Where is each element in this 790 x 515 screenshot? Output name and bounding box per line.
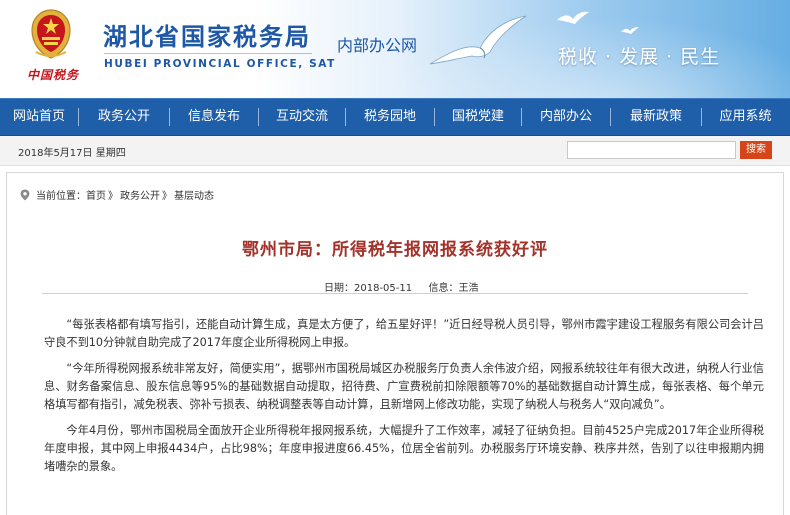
info-bar: 2018年5月17日 星期四 搜索 bbox=[0, 136, 790, 166]
title-divider bbox=[104, 53, 312, 54]
article-date: 2018-05-11 bbox=[354, 283, 413, 294]
nav-item-applications[interactable]: 应用系统 bbox=[702, 98, 789, 136]
site-subtitle: HUBEI PROVINCIAL OFFICE, SAT bbox=[104, 58, 336, 70]
article-panel: 当前位置： 首页 》 政务公开 》 基层动态 鄂州市局：所得税年报网报系统获好评… bbox=[6, 172, 784, 515]
location-icon bbox=[20, 189, 30, 200]
date-label: 日期： bbox=[324, 283, 354, 294]
main-nav: 网站首页 政务公开 信息发布 互动交流 税务园地 国税党建 内部办公 最新政策 … bbox=[0, 98, 790, 136]
nav-item-government-affairs[interactable]: 政务公开 bbox=[79, 98, 169, 136]
header-banner: 中国税务 湖北省国家税务局 HUBEI PROVINCIAL OFFICE, S… bbox=[0, 0, 790, 98]
breadcrumb: 当前位置： 首页 》 政务公开 》 基层动态 bbox=[19, 187, 214, 202]
article-body: “每张表格都有填写指引，还能自动计算生成，真是太方便了，给五星好评！”近日经导税… bbox=[44, 316, 764, 484]
intranet-label: 内部办公网 bbox=[337, 36, 418, 55]
article-paragraph: “今年所得税网报系统非常友好，简便实用”，据鄂州市国税局城区办税服务厅负责人余伟… bbox=[44, 362, 764, 411]
breadcrumb-separator: 》 bbox=[162, 191, 172, 202]
breadcrumb-home[interactable]: 首页 bbox=[86, 187, 106, 202]
breadcrumb-separator: 》 bbox=[108, 191, 118, 202]
current-date: 2018年5月17日 星期四 bbox=[18, 148, 126, 159]
emblem-caption: 中国税务 bbox=[26, 68, 79, 82]
nav-item-latest-policy[interactable]: 最新政策 bbox=[611, 98, 701, 136]
slogan: 税收 · 发展 · 民生 bbox=[558, 46, 721, 68]
nav-item-news-release[interactable]: 信息发布 bbox=[170, 98, 258, 136]
article-author: 王浩 bbox=[458, 283, 479, 294]
seagull-large-icon bbox=[429, 15, 527, 65]
nav-item-party-building[interactable]: 国税党建 bbox=[435, 98, 521, 136]
author-label: 信息： bbox=[428, 283, 459, 294]
article-title: 鄂州市局：所得税年报网报系统获好评 bbox=[242, 240, 548, 260]
article-paragraph: “每张表格都有填写指引，还能自动计算生成，真是太方便了，给五星好评！”近日经导税… bbox=[44, 318, 764, 349]
nav-item-tax-garden[interactable]: 税务园地 bbox=[346, 98, 434, 136]
breadcrumb-grassroots-news[interactable]: 基层动态 bbox=[174, 187, 214, 202]
search-button[interactable]: 搜索 bbox=[740, 141, 772, 159]
seagull-small-icon bbox=[557, 11, 589, 24]
nav-item-interaction[interactable]: 互动交流 bbox=[259, 98, 345, 136]
article-meta: 日期：2018-05-11 信息：王浩 bbox=[42, 273, 748, 294]
nav-item-internal-office[interactable]: 内部办公 bbox=[522, 98, 610, 136]
nav-item-home[interactable]: 网站首页 bbox=[0, 98, 78, 136]
seagull-tiny-icon bbox=[621, 27, 639, 34]
breadcrumb-prefix: 当前位置： bbox=[36, 191, 86, 202]
article-paragraph: 今年4月份，鄂州市国税局全面放开企业所得税年报网报系统，大幅提升了工作效率，减轻… bbox=[44, 424, 764, 473]
site-title: 湖北省国家税务局 bbox=[103, 23, 311, 51]
tax-emblem-icon bbox=[31, 9, 71, 59]
search-input[interactable] bbox=[567, 141, 736, 159]
breadcrumb-government-affairs[interactable]: 政务公开 bbox=[120, 187, 160, 202]
